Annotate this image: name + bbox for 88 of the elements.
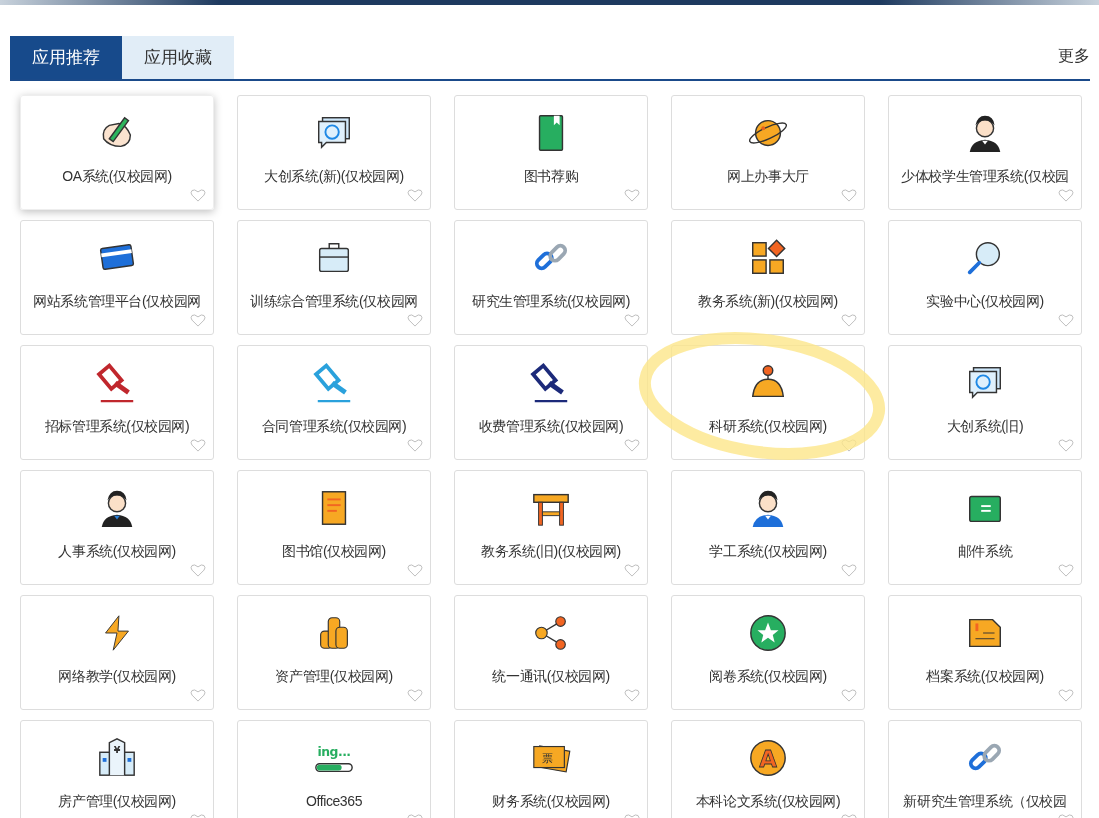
app-name: 大创系统(旧) (946, 418, 1024, 436)
app-tile[interactable]: 图书荐购 (454, 95, 648, 210)
app-tile[interactable]: 网络教学(仅校园网) (20, 595, 214, 710)
heart-icon[interactable] (841, 313, 857, 328)
heart-icon[interactable] (190, 313, 206, 328)
heart-icon[interactable] (190, 438, 206, 453)
app-name: 阅卷系统(仅校园网) (709, 668, 827, 686)
app-tile[interactable]: 招标管理系统(仅校园网) (20, 345, 214, 460)
heart-icon[interactable] (190, 688, 206, 703)
app-tile[interactable]: 档案系统(仅校园网) (888, 595, 1082, 710)
app-name: 训练综合管理系统(仅校园网 (250, 293, 418, 311)
app-name: 招标管理系统(仅校园网) (44, 418, 190, 436)
app-tile[interactable]: 大创系统(新)(仅校园网) (237, 95, 431, 210)
app-tile[interactable]: 训练综合管理系统(仅校园网 (237, 220, 431, 335)
app-name: 实验中心(仅校园网) (926, 293, 1044, 311)
app-name: 大创系统(新)(仅校园网) (264, 168, 404, 186)
app-tile[interactable]: 实验中心(仅校园网) (888, 220, 1082, 335)
heart-icon[interactable] (407, 438, 423, 453)
heart-icon[interactable] (407, 563, 423, 578)
app-tile[interactable]: 研究生管理系统(仅校园网) (454, 220, 648, 335)
heart-icon[interactable] (1058, 688, 1074, 703)
app-name: 网络教学(仅校园网) (58, 668, 176, 686)
app-name: 学工系统(仅校园网) (709, 543, 827, 561)
app-tile[interactable]: 图书馆(仅校园网) (237, 470, 431, 585)
tab[interactable]: 应用推荐 (10, 36, 122, 79)
app-tile[interactable]: ¥ 房产管理(仅校园网) (20, 720, 214, 818)
app-name: 图书荐购 (523, 168, 579, 186)
heart-icon[interactable] (841, 688, 857, 703)
app-tile[interactable]: A 本科论文系统(仅校园网) (671, 720, 865, 818)
tab[interactable]: 应用收藏 (122, 36, 234, 79)
heart-icon[interactable] (1058, 563, 1074, 578)
heart-icon[interactable] (407, 313, 423, 328)
app-tile[interactable]: 统一通讯(仅校园网) (454, 595, 648, 710)
app-name: 邮件系统 (957, 543, 1013, 561)
app-name: OA系统(仅校园网) (62, 168, 172, 186)
heart-icon[interactable] (407, 188, 423, 203)
app-name: 科研系统(仅校园网) (709, 418, 827, 436)
heart-icon[interactable] (624, 563, 640, 578)
app-tile[interactable]: ing... Office365 (237, 720, 431, 818)
app-tile[interactable]: 新研究生管理系统（仅校园 (888, 720, 1082, 818)
heart-icon[interactable] (624, 688, 640, 703)
app-name: 合同管理系统(仅校园网) (261, 418, 407, 436)
app-tile[interactable]: 学工系统(仅校园网) (671, 470, 865, 585)
app-name: Office365 (305, 793, 363, 809)
app-name: 本科论文系统(仅校园网) (695, 793, 841, 811)
more-link[interactable]: 更多 (1058, 46, 1090, 79)
app-tile[interactable]: 科研系统(仅校园网) (671, 345, 865, 460)
heart-icon[interactable] (624, 313, 640, 328)
app-name: 图书馆(仅校园网) (282, 543, 386, 561)
app-tile[interactable]: 大创系统(旧) (888, 345, 1082, 460)
app-name: 房产管理(仅校园网) (58, 793, 176, 811)
app-name: 统一通讯(仅校园网) (492, 668, 610, 686)
app-name: 人事系统(仅校园网) (58, 543, 176, 561)
letter-badge-icon: A (747, 737, 789, 779)
app-name: 资产管理(仅校园网) (275, 668, 393, 686)
heart-icon[interactable] (841, 563, 857, 578)
app-tile[interactable]: 票 财务系统(仅校园网) (454, 720, 648, 818)
app-tile[interactable]: 合同管理系统(仅校园网) (237, 345, 431, 460)
app-name: 少体校学生管理系统(仅校园 (901, 168, 1069, 186)
heart-icon[interactable] (1058, 313, 1074, 328)
app-name: 财务系统(仅校园网) (492, 793, 610, 811)
heart-icon[interactable] (841, 188, 857, 203)
app-tile[interactable]: 教务系统(新)(仅校园网) (671, 220, 865, 335)
app-name: 新研究生管理系统（仅校园 (903, 793, 1067, 811)
app-tile[interactable]: OA系统(仅校园网) (20, 95, 214, 210)
app-name: 教务系统(旧)(仅校园网) (481, 543, 621, 561)
app-tile[interactable]: 资产管理(仅校园网) (237, 595, 431, 710)
heart-icon[interactable] (1058, 438, 1074, 453)
app-name: 网上办事大厅 (727, 168, 809, 186)
app-name: 网站系统管理平台(仅校园网 (33, 293, 201, 311)
heart-icon[interactable] (407, 688, 423, 703)
app-tile[interactable]: 阅卷系统(仅校园网) (671, 595, 865, 710)
heart-icon[interactable] (1058, 188, 1074, 203)
app-name: 教务系统(新)(仅校园网) (698, 293, 838, 311)
app-tile[interactable]: 网站系统管理平台(仅校园网 (20, 220, 214, 335)
heart-icon[interactable] (624, 188, 640, 203)
app-tile[interactable]: 网上办事大厅 (671, 95, 865, 210)
app-tile[interactable]: 教务系统(旧)(仅校园网) (454, 470, 648, 585)
app-tile[interactable]: 人事系统(仅校园网) (20, 470, 214, 585)
app-name: 收费管理系统(仅校园网) (478, 418, 624, 436)
heart-icon[interactable] (190, 563, 206, 578)
heart-icon[interactable] (190, 188, 206, 203)
app-tile[interactable]: 少体校学生管理系统(仅校园 (888, 95, 1082, 210)
app-tile[interactable]: 收费管理系统(仅校园网) (454, 345, 648, 460)
app-name: 研究生管理系统(仅校园网) (471, 293, 631, 311)
heart-icon[interactable] (624, 438, 640, 453)
app-tile[interactable]: 邮件系统 (888, 470, 1082, 585)
app-name: 档案系统(仅校园网) (926, 668, 1044, 686)
